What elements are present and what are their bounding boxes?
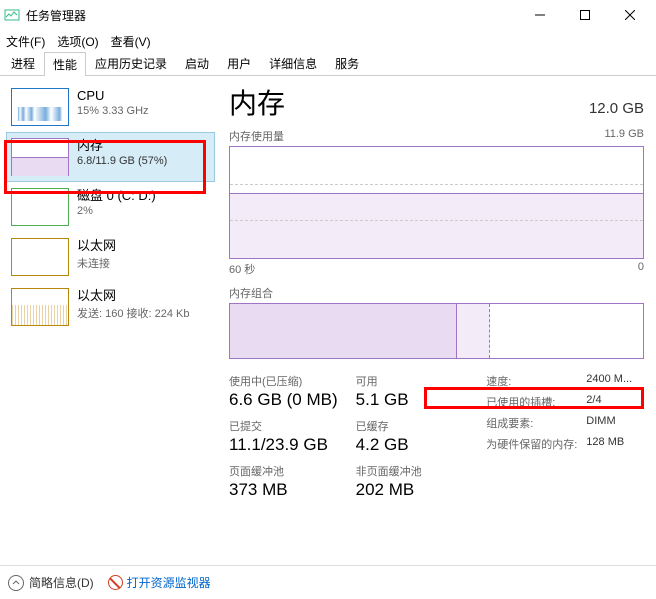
window-title: 任务管理器 — [26, 7, 517, 24]
form-key: 组成要素: — [486, 415, 586, 431]
close-button[interactable] — [607, 0, 652, 30]
paged-label: 页面缓冲池 — [229, 463, 338, 479]
cached-value: 4.2 GB — [356, 435, 465, 455]
menu-file[interactable]: 文件(F) — [6, 33, 45, 50]
sidebar-item-label: CPU — [77, 88, 149, 105]
tab-performance[interactable]: 性能 — [44, 52, 86, 76]
tab-startup[interactable]: 启动 — [176, 51, 218, 75]
inuse-label: 使用中(已压缩) — [229, 373, 338, 389]
memory-thumb-icon — [11, 138, 69, 176]
paged-value: 373 MB — [229, 480, 338, 500]
nonpaged-value: 202 MB — [356, 480, 465, 500]
sidebar-item-sub: 未连接 — [77, 255, 116, 271]
reserved-value: 128 MB — [586, 436, 624, 452]
menubar: 文件(F) 选项(O) 查看(V) — [0, 30, 656, 52]
slots-value: 2/4 — [586, 394, 601, 410]
zero-label: 0 — [638, 261, 644, 277]
total-memory: 12.0 GB — [589, 100, 644, 117]
page-title: 内存 — [229, 82, 285, 122]
slots-key: 已使用的插槽: — [486, 394, 586, 410]
sidebar-item-label: 内存 — [77, 138, 167, 155]
committed-value: 11.1/23.9 GB — [229, 435, 338, 455]
tab-details[interactable]: 详细信息 — [260, 51, 326, 75]
available-label: 可用 — [356, 373, 465, 389]
tab-bar: 进程 性能 应用历史记录 启动 用户 详细信息 服务 — [0, 52, 656, 76]
sidebar-item-sub: 6.8/11.9 GB (57%) — [77, 155, 167, 167]
available-value: 5.1 GB — [356, 390, 465, 410]
footer: 简略信息(D) 打开资源监视器 — [0, 565, 656, 599]
speed-value: 2400 M... — [586, 373, 632, 389]
memory-usage-graph — [229, 146, 644, 259]
tab-app-history[interactable]: 应用历史记录 — [86, 51, 176, 75]
menu-options[interactable]: 选项(O) — [57, 33, 98, 50]
cached-label: 已缓存 — [356, 418, 465, 434]
forbid-icon — [108, 575, 123, 590]
app-icon — [4, 7, 20, 23]
fewer-details-link[interactable]: 简略信息(D) — [8, 574, 94, 591]
usage-label: 内存使用量 — [229, 128, 284, 144]
open-resource-monitor-link[interactable]: 打开资源监视器 — [108, 574, 211, 591]
speed-key: 速度: — [486, 373, 586, 389]
timespan-label: 60 秒 — [229, 261, 255, 277]
ethernet-thumb-icon — [11, 238, 69, 276]
sidebar-item-sub: 发送: 160 接收: 224 Kb — [77, 305, 190, 321]
maximize-button[interactable] — [562, 0, 607, 30]
memory-composition-graph — [229, 303, 644, 359]
composition-label: 内存组合 — [229, 285, 644, 301]
menu-view[interactable]: 查看(V) — [111, 33, 151, 50]
nonpaged-label: 非页面缓冲池 — [356, 463, 465, 479]
sidebar-item-sub: 2% — [77, 205, 156, 217]
sidebar-item-disk[interactable]: 磁盘 0 (C: D:) 2% — [6, 182, 215, 232]
sidebar: CPU 15% 3.33 GHz 内存 6.8/11.9 GB (57%) 磁盘… — [0, 76, 215, 556]
sidebar-item-label: 磁盘 0 (C: D:) — [77, 188, 156, 205]
sidebar-item-label: 以太网 — [77, 238, 116, 255]
committed-label: 已提交 — [229, 418, 338, 434]
tab-services[interactable]: 服务 — [326, 51, 368, 75]
ethernet-thumb-icon — [11, 288, 69, 326]
disk-thumb-icon — [11, 188, 69, 226]
usage-max: 11.9 GB — [604, 128, 644, 144]
tab-users[interactable]: 用户 — [218, 51, 260, 75]
sidebar-item-ethernet-2[interactable]: 以太网 发送: 160 接收: 224 Kb — [6, 282, 215, 332]
reserved-key: 为硬件保留的内存: — [486, 436, 586, 452]
sidebar-item-memory[interactable]: 内存 6.8/11.9 GB (57%) — [6, 132, 215, 182]
tab-processes[interactable]: 进程 — [2, 51, 44, 75]
sidebar-item-sub: 15% 3.33 GHz — [77, 105, 149, 117]
sidebar-item-ethernet-1[interactable]: 以太网 未连接 — [6, 232, 215, 282]
chevron-down-icon — [8, 575, 24, 591]
titlebar: 任务管理器 — [0, 0, 656, 30]
sidebar-item-cpu[interactable]: CPU 15% 3.33 GHz — [6, 82, 215, 132]
sidebar-item-label: 以太网 — [77, 288, 190, 305]
main-panel: 内存 12.0 GB 内存使用量 11.9 GB 60 秒 0 内存组合 使用中… — [215, 76, 656, 556]
form-value: DIMM — [586, 415, 615, 431]
cpu-thumb-icon — [11, 88, 69, 126]
inuse-value: 6.6 GB (0 MB) — [229, 390, 338, 410]
minimize-button[interactable] — [517, 0, 562, 30]
